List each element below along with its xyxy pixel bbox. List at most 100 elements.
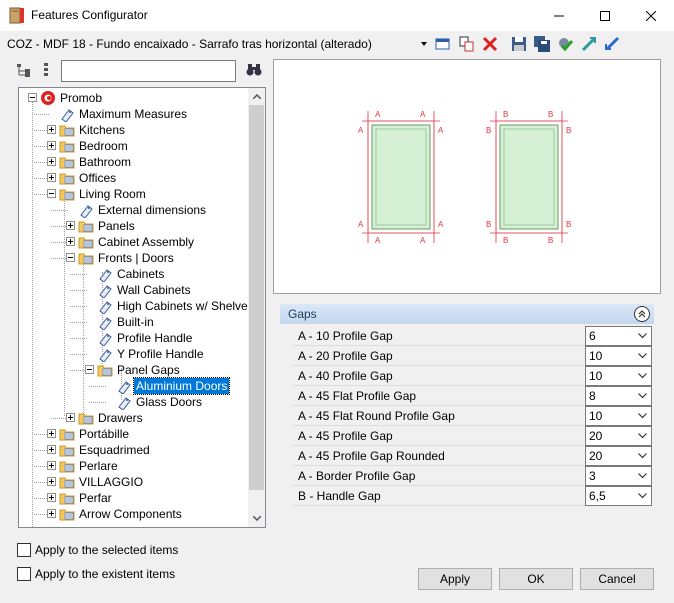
expand-icon[interactable]	[47, 493, 56, 502]
export-icon[interactable]	[580, 35, 598, 53]
delete-icon[interactable]	[481, 35, 499, 53]
gap-label: A - 45 Profile Gap	[292, 426, 585, 446]
tree-item[interactable]: Perfar	[19, 490, 248, 506]
minimize-button[interactable]	[536, 0, 582, 31]
tree-item[interactable]: Perlare	[19, 458, 248, 474]
tree-view[interactable]: Promob Maximum Measures Kitchens Bedroom Bat…	[18, 87, 266, 528]
gaps-header[interactable]: Gaps	[280, 304, 654, 324]
tree-item[interactable]: Arrow Components	[19, 506, 248, 522]
door-gap-diagram: A A A A A A A A B B B B B B B B	[358, 110, 571, 245]
tree-search-input[interactable]	[61, 60, 236, 82]
gap-value-select[interactable]: 3	[585, 466, 652, 486]
gap-value-select[interactable]: 6,5	[585, 486, 652, 506]
gap-label: A - 45 Flat Round Profile Gap	[292, 406, 585, 426]
expand-icon[interactable]	[47, 445, 56, 454]
save-all-icon[interactable]	[533, 35, 551, 53]
binoculars-icon[interactable]	[246, 63, 262, 77]
tree-item[interactable]: Aluminium Doors	[19, 377, 248, 395]
tree-expand-icon[interactable]	[16, 62, 32, 78]
tree-item[interactable]: Y Profile Handle	[19, 346, 248, 362]
tree-item[interactable]: Cabinet Assembly	[19, 234, 248, 250]
tree-item[interactable]: Offices	[19, 170, 248, 186]
import-icon[interactable]	[603, 35, 621, 53]
expand-icon[interactable]	[47, 429, 56, 438]
tree-item[interactable]: Promob	[19, 90, 248, 106]
expand-icon[interactable]	[47, 173, 56, 182]
gap-value-select[interactable]: 8	[585, 386, 652, 406]
gap-value-select[interactable]: 20	[585, 446, 652, 466]
expand-icon[interactable]	[47, 461, 56, 470]
tree-item[interactable]: High Cabinets w/ Shelves	[19, 298, 248, 314]
expand-icon[interactable]	[66, 237, 75, 246]
expand-icon[interactable]	[47, 125, 56, 134]
apply-existent-checkbox[interactable]	[17, 567, 31, 581]
apply-button[interactable]: Apply	[418, 568, 492, 590]
chevron-down-icon	[638, 473, 647, 479]
save-icon[interactable]	[510, 35, 528, 53]
collapse-button[interactable]	[634, 306, 650, 322]
tree-item[interactable]: Drawers	[19, 410, 248, 426]
gap-label: A - 45 Flat Profile Gap	[292, 386, 585, 406]
cancel-button[interactable]: Cancel	[580, 568, 654, 590]
tree-item[interactable]: Bathroom	[19, 154, 248, 170]
apply-selected-checkbox[interactable]	[17, 543, 31, 557]
dimension-label: A	[420, 236, 426, 245]
window-icon[interactable]	[434, 35, 452, 53]
tree-item[interactable]: Wall Cabinets	[19, 282, 248, 298]
settings-check-icon[interactable]	[556, 35, 574, 53]
tree-item[interactable]: Profile Handle	[19, 330, 248, 346]
tree-item-label: Aluminium Doors	[132, 377, 231, 395]
gap-value-select[interactable]: 10	[585, 406, 652, 426]
gap-value-select[interactable]: 10	[585, 346, 652, 366]
expand-icon[interactable]	[47, 509, 56, 518]
tree-item[interactable]: Bedroom	[19, 138, 248, 154]
tree-item[interactable]: Cabinets	[19, 266, 248, 282]
gap-value-select[interactable]: 6	[585, 326, 652, 346]
tree-scrollbar[interactable]	[248, 88, 265, 527]
tree-item[interactable]: Maximum Measures	[19, 106, 248, 122]
tree-item[interactable]: Panel Gaps	[19, 362, 248, 378]
collapse-icon[interactable]	[47, 189, 56, 198]
config-selector[interactable]: COZ - MDF 18 - Fundo encaixado - Sarrafo…	[7, 37, 372, 51]
maximize-button[interactable]	[582, 0, 628, 31]
folder-icon	[59, 429, 75, 441]
scroll-thumb[interactable]	[249, 105, 264, 490]
tree-item[interactable]: VILLAGGIO	[19, 474, 248, 490]
apply-selected-label[interactable]: Apply to the selected items	[35, 543, 178, 557]
gap-value-select[interactable]: 20	[585, 426, 652, 446]
tree-item[interactable]: External dimensions	[19, 202, 248, 218]
tree-content: Promob Maximum Measures Kitchens Bedroom Bat…	[19, 88, 248, 527]
tree-item-label: High Cabinets w/ Shelves	[117, 299, 248, 313]
collapse-icon[interactable]	[66, 253, 75, 262]
tree-item[interactable]: Portábille	[19, 426, 248, 442]
expand-icon[interactable]	[47, 141, 56, 150]
tree-item[interactable]: Kitchens	[19, 122, 248, 138]
chevron-down-icon	[638, 373, 647, 379]
tree-item[interactable]: Glass Doors	[19, 394, 248, 410]
tree-collapse-icon[interactable]	[40, 62, 52, 78]
folder-icon	[59, 509, 75, 521]
tree-item[interactable]: Esquadrimed	[19, 442, 248, 458]
tree-item-label: Drawers	[98, 411, 143, 425]
tree-item[interactable]: Living Room	[19, 186, 248, 202]
expand-icon[interactable]	[66, 413, 75, 422]
collapse-icon[interactable]	[85, 365, 94, 374]
expand-icon[interactable]	[66, 221, 75, 230]
title-bar: Features Configurator	[0, 0, 674, 31]
tree-item[interactable]: Panels	[19, 218, 248, 234]
collapse-icon[interactable]	[28, 93, 37, 102]
expand-icon[interactable]	[47, 477, 56, 486]
gap-value-select[interactable]: 10	[585, 366, 652, 386]
chevron-down-icon	[638, 433, 647, 439]
ok-button[interactable]: OK	[499, 568, 573, 590]
chevron-down-icon[interactable]	[421, 42, 427, 46]
copy-icon[interactable]	[458, 35, 476, 53]
expand-icon[interactable]	[47, 157, 56, 166]
tree-item[interactable]: Fronts | Doors	[19, 250, 248, 266]
tree-item[interactable]: Built-in	[19, 314, 248, 330]
scroll-up-icon[interactable]	[248, 88, 265, 105]
tree-item-label: Bathroom	[79, 155, 132, 169]
apply-existent-label[interactable]: Apply to the existent items	[35, 567, 175, 581]
close-button[interactable]	[628, 0, 674, 31]
scroll-down-icon[interactable]	[248, 510, 265, 527]
